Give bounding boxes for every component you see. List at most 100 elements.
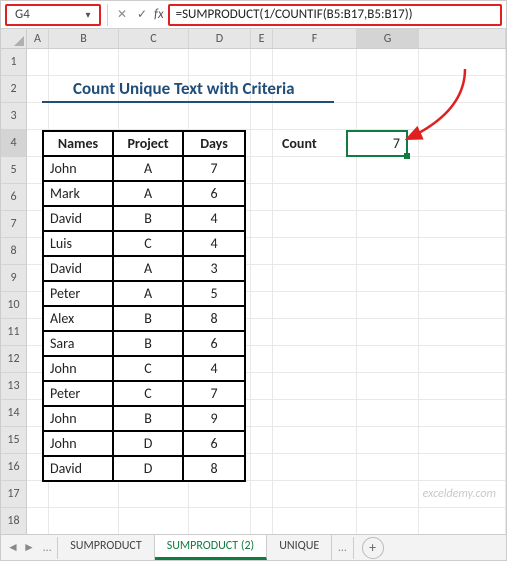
- row-header-8[interactable]: 8: [1, 238, 27, 265]
- table-cell[interactable]: 9: [183, 406, 245, 431]
- cell[interactable]: [273, 427, 357, 454]
- cell[interactable]: [357, 454, 419, 481]
- table-cell[interactable]: 6: [183, 431, 245, 456]
- table-cell[interactable]: A: [113, 281, 183, 306]
- table-cell[interactable]: Alex: [43, 306, 113, 331]
- cell[interactable]: [357, 211, 419, 238]
- cell[interactable]: [273, 373, 357, 400]
- col-header-G[interactable]: G: [357, 29, 419, 48]
- cell[interactable]: [419, 265, 506, 292]
- cell[interactable]: [419, 454, 506, 481]
- cell[interactable]: [119, 49, 189, 76]
- formula-input[interactable]: =SUMPRODUCT(1/COUNTIF(B5:B17,B5:B17)): [168, 4, 502, 26]
- cell[interactable]: [273, 319, 357, 346]
- table-cell[interactable]: John: [43, 406, 113, 431]
- cell[interactable]: [119, 103, 189, 130]
- table-cell[interactable]: B: [113, 406, 183, 431]
- row-header-18[interactable]: 18: [1, 508, 27, 535]
- accept-formula-icon[interactable]: ✓: [132, 4, 152, 26]
- row-header-17[interactable]: 17: [1, 481, 27, 508]
- tab-next-icon[interactable]: ►: [21, 540, 37, 555]
- cell[interactable]: [357, 157, 419, 184]
- chevron-down-icon[interactable]: ▾: [81, 8, 95, 21]
- table-cell[interactable]: C: [113, 231, 183, 256]
- row-header-2[interactable]: 2: [1, 76, 27, 103]
- active-cell[interactable]: 7: [346, 130, 408, 157]
- cell[interactable]: [27, 481, 49, 508]
- sheet-tab[interactable]: SUMPRODUCT (2): [155, 535, 267, 560]
- col-header-F[interactable]: F: [273, 29, 357, 48]
- name-box[interactable]: G4 ▾: [5, 4, 101, 26]
- cell[interactable]: [273, 454, 357, 481]
- row-header-1[interactable]: 1: [1, 49, 27, 76]
- cells[interactable]: Count Unique Text with Criteria NamesPro…: [27, 49, 506, 535]
- table-cell[interactable]: 8: [183, 306, 245, 331]
- table-cell[interactable]: 4: [183, 356, 245, 381]
- table-cell[interactable]: C: [113, 381, 183, 406]
- cell[interactable]: [357, 508, 419, 535]
- cell[interactable]: [419, 157, 506, 184]
- table-cell[interactable]: 4: [183, 231, 245, 256]
- cell[interactable]: [357, 184, 419, 211]
- cell[interactable]: [273, 265, 357, 292]
- cell[interactable]: [357, 427, 419, 454]
- cell[interactable]: [419, 319, 506, 346]
- cell[interactable]: [27, 103, 49, 130]
- cell[interactable]: [273, 157, 357, 184]
- row-header-14[interactable]: 14: [1, 400, 27, 427]
- table-cell[interactable]: Peter: [43, 381, 113, 406]
- cell[interactable]: [251, 508, 273, 535]
- cell[interactable]: [419, 427, 506, 454]
- table-cell[interactable]: B: [113, 331, 183, 356]
- row-header-15[interactable]: 15: [1, 427, 27, 454]
- cell[interactable]: [357, 238, 419, 265]
- table-cell[interactable]: D: [113, 431, 183, 456]
- table-cell[interactable]: David: [43, 256, 113, 281]
- table-cell[interactable]: A: [113, 156, 183, 181]
- cell[interactable]: [251, 454, 273, 481]
- table-cell[interactable]: 7: [183, 156, 245, 181]
- row-header-3[interactable]: 3: [1, 103, 27, 130]
- row-header-10[interactable]: 10: [1, 292, 27, 319]
- table-cell[interactable]: Peter: [43, 281, 113, 306]
- cell[interactable]: [189, 508, 251, 535]
- col-header-E[interactable]: E: [251, 29, 273, 48]
- cell[interactable]: [251, 130, 273, 157]
- cell[interactable]: [357, 346, 419, 373]
- cell[interactable]: [419, 211, 506, 238]
- row-header-16[interactable]: 16: [1, 454, 27, 481]
- cell[interactable]: [251, 319, 273, 346]
- cell[interactable]: [27, 49, 49, 76]
- cell[interactable]: [419, 400, 506, 427]
- table-cell[interactable]: A: [113, 181, 183, 206]
- row-header-13[interactable]: 13: [1, 373, 27, 400]
- cell[interactable]: [419, 508, 506, 535]
- table-cell[interactable]: John: [43, 156, 113, 181]
- table-cell[interactable]: A: [113, 256, 183, 281]
- cell[interactable]: [357, 373, 419, 400]
- cell[interactable]: [419, 49, 506, 76]
- tab-overflow-left[interactable]: …: [37, 537, 58, 559]
- cell[interactable]: [357, 319, 419, 346]
- cell[interactable]: [119, 508, 189, 535]
- cell[interactable]: [273, 508, 357, 535]
- col-header-C[interactable]: C: [119, 29, 189, 48]
- cell[interactable]: [419, 76, 506, 103]
- table-cell[interactable]: 8: [183, 456, 245, 481]
- cell[interactable]: [357, 481, 419, 508]
- cell[interactable]: [273, 292, 357, 319]
- cell[interactable]: [419, 373, 506, 400]
- cell[interactable]: [357, 400, 419, 427]
- col-header-B[interactable]: B: [49, 29, 119, 48]
- row-header-6[interactable]: 6: [1, 184, 27, 211]
- col-header-D[interactable]: D: [189, 29, 251, 48]
- cell[interactable]: [273, 481, 357, 508]
- sheet-tab[interactable]: UNIQUE: [267, 535, 332, 560]
- cell[interactable]: [251, 157, 273, 184]
- cell[interactable]: [273, 238, 357, 265]
- row-header-12[interactable]: 12: [1, 346, 27, 373]
- cell[interactable]: [251, 184, 273, 211]
- cell[interactable]: [251, 103, 273, 130]
- table-cell[interactable]: John: [43, 356, 113, 381]
- table-cell[interactable]: B: [113, 206, 183, 231]
